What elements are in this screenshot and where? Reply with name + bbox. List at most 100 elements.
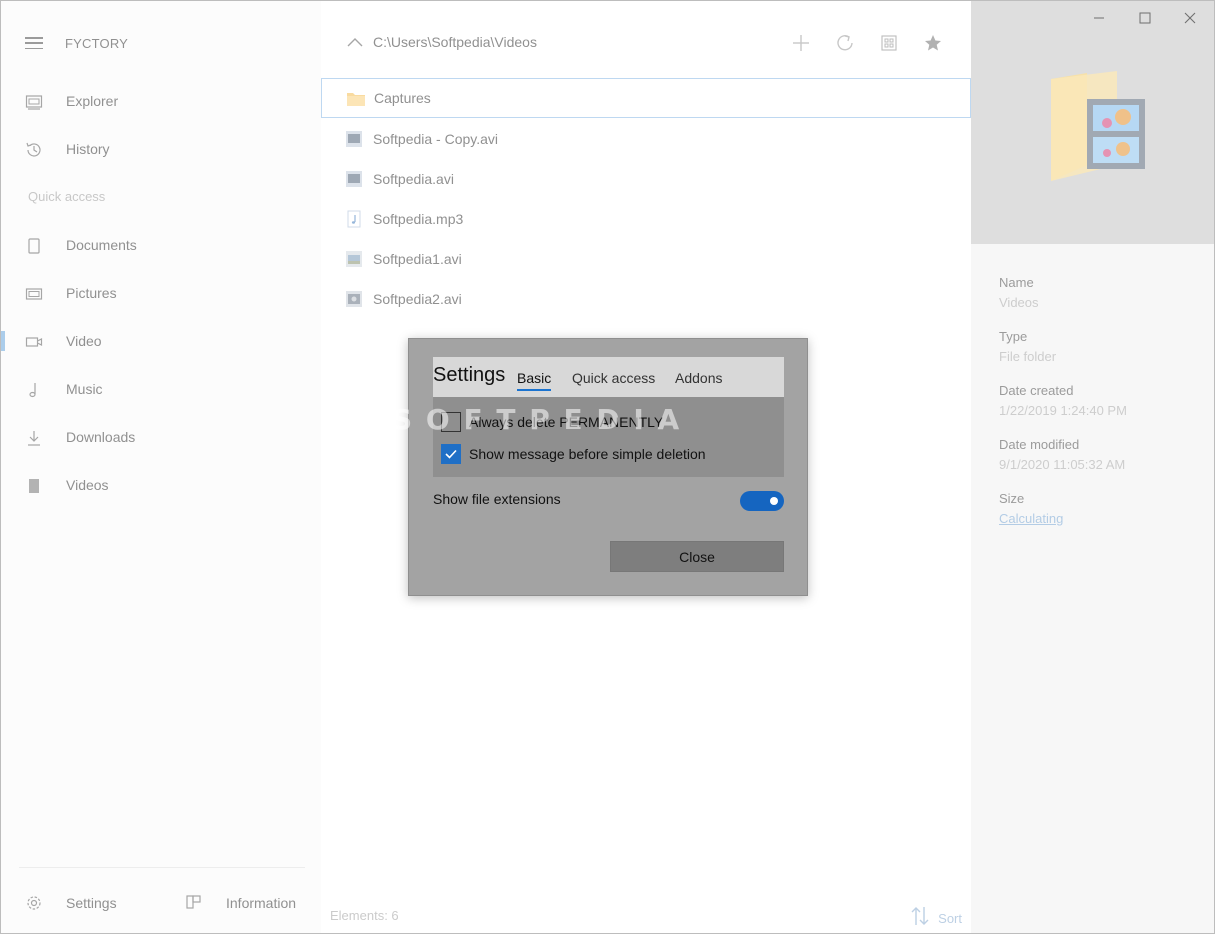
- music-icon: [25, 381, 43, 399]
- maximize-icon[interactable]: [1123, 5, 1167, 31]
- hamburger-menu-icon[interactable]: [25, 37, 43, 49]
- pictures-icon: [25, 285, 43, 303]
- detail-value: 1/22/2019 1:24:40 PM: [999, 403, 1127, 418]
- detail-value: Videos: [999, 295, 1039, 310]
- sidebar-item-downloads[interactable]: Downloads: [1, 417, 321, 457]
- show-file-extensions-toggle[interactable]: [740, 491, 784, 511]
- minimize-icon[interactable]: [1077, 5, 1121, 31]
- checkbox-label: Always delete PERMANENTLY: [469, 414, 664, 430]
- refresh-icon[interactable]: [833, 31, 857, 55]
- sidebar-item-label: Explorer: [66, 93, 119, 109]
- file-row[interactable]: Softpedia.mp3: [321, 199, 971, 239]
- sidebar-item-documents[interactable]: Documents: [1, 225, 321, 265]
- dialog-title: Settings: [433, 364, 506, 386]
- show-message-before-deletion-checkbox[interactable]: Show message before simple deletion: [441, 443, 706, 465]
- current-path: C:\Users\Softpedia\Videos: [373, 34, 537, 50]
- sidebar-header: FYCTORY: [1, 23, 321, 63]
- add-icon[interactable]: [789, 31, 813, 55]
- video-file-icon: [345, 250, 365, 268]
- toggle-knob: [770, 497, 778, 505]
- file-row-captures[interactable]: Captures: [321, 78, 971, 118]
- sidebar-item-label: Pictures: [66, 285, 117, 301]
- video-icon: [25, 333, 43, 351]
- folder-icon: [346, 90, 366, 108]
- toolbar: C:\Users\Softpedia\Videos: [321, 23, 971, 63]
- detail-date-modified: Date modified 9/1/2020 11:05:32 AM: [999, 437, 1125, 472]
- toggle-label: Show file extensions: [433, 491, 561, 507]
- file-name: Softpedia - Copy.avi: [373, 131, 499, 147]
- detail-size: Size Calculating: [999, 491, 1063, 526]
- gear-icon: [25, 894, 43, 912]
- settings-button[interactable]: Settings: [25, 885, 117, 921]
- sidebar-item-history[interactable]: History: [1, 129, 321, 169]
- information-button[interactable]: Information: [185, 885, 296, 921]
- detail-date-created: Date created 1/22/2019 1:24:40 PM: [999, 383, 1127, 418]
- sort-icon: [910, 905, 930, 932]
- settings-label: Settings: [66, 895, 117, 911]
- sidebar-item-music[interactable]: Music: [1, 369, 321, 409]
- detail-name: Name Videos: [999, 275, 1039, 310]
- tab-quick-access[interactable]: Quick access: [572, 370, 655, 386]
- download-icon: [25, 429, 43, 447]
- status-bar: Elements: 6 Sort: [321, 901, 971, 931]
- element-count: Elements: 6: [330, 908, 399, 923]
- sidebar-item-label: Videos: [66, 477, 109, 493]
- detail-label: Type: [999, 329, 1028, 344]
- detail-value: File folder: [999, 349, 1057, 364]
- checkbox-unchecked[interactable]: [441, 412, 461, 432]
- sidebar-divider: [19, 867, 305, 868]
- sidebar: FYCTORY Explorer History Quick access Do…: [1, 1, 321, 933]
- bookmark-icon: [25, 477, 43, 495]
- file-row[interactable]: Softpedia.avi: [321, 159, 971, 199]
- video-file-icon: [345, 170, 365, 188]
- checkbox-checked[interactable]: [441, 444, 461, 464]
- detail-label: Date created: [999, 383, 1074, 398]
- chevron-up-icon[interactable]: [345, 33, 365, 53]
- sidebar-item-label: History: [66, 141, 110, 157]
- close-window-icon[interactable]: [1168, 5, 1212, 31]
- detail-label: Date modified: [999, 437, 1080, 452]
- detail-label: Size: [999, 491, 1025, 506]
- file-name: Captures: [374, 90, 431, 106]
- sidebar-item-videos[interactable]: Videos: [1, 465, 321, 505]
- sidebar-item-explorer[interactable]: Explorer: [1, 81, 321, 121]
- file-row[interactable]: Softpedia - Copy.avi: [321, 119, 971, 159]
- sort-label: Sort: [938, 911, 962, 926]
- tab-basic[interactable]: Basic: [517, 370, 552, 391]
- information-label: Information: [226, 895, 297, 911]
- video-file-icon: [345, 290, 365, 308]
- size-calculating-link[interactable]: Calculating: [999, 511, 1063, 526]
- detail-type: Type File folder: [999, 329, 1056, 364]
- sidebar-item-label: Downloads: [66, 429, 136, 445]
- details-panel: Name Videos Type File folder Date create…: [971, 1, 1214, 933]
- tab-addons[interactable]: Addons: [675, 370, 722, 386]
- app-title: FYCTORY: [65, 35, 129, 51]
- file-name: Softpedia.avi: [373, 171, 454, 187]
- file-name: Softpedia1.avi: [373, 251, 462, 267]
- explorer-icon: [25, 93, 43, 111]
- always-delete-permanently-checkbox[interactable]: Always delete PERMANENTLY: [441, 411, 663, 433]
- dialog-options: Always delete PERMANENTLY Show message b…: [433, 397, 784, 477]
- video-folder-icon: [1047, 69, 1147, 190]
- settings-dialog: Settings Basic Quick access Addons Alway…: [408, 338, 808, 596]
- file-name: Softpedia.mp3: [373, 211, 464, 227]
- close-button[interactable]: Close: [610, 541, 784, 572]
- sidebar-item-label: Music: [66, 381, 103, 397]
- video-file-icon: [345, 130, 365, 148]
- detail-label: Name: [999, 275, 1034, 290]
- document-icon: [25, 237, 43, 255]
- sidebar-item-video[interactable]: Video: [1, 321, 321, 361]
- view-grid-icon[interactable]: [877, 31, 901, 55]
- detail-value: 9/1/2020 11:05:32 AM: [999, 457, 1126, 472]
- file-row[interactable]: Softpedia2.avi: [321, 279, 971, 319]
- checkbox-label: Show message before simple deletion: [469, 446, 706, 462]
- folder-preview: [971, 1, 1214, 244]
- dialog-header: Settings Basic Quick access Addons: [433, 357, 784, 397]
- favorite-star-icon[interactable]: [921, 31, 945, 55]
- history-icon: [25, 141, 43, 159]
- sidebar-item-pictures[interactable]: Pictures: [1, 273, 321, 313]
- sidebar-item-label: Documents: [66, 237, 137, 253]
- file-row[interactable]: Softpedia1.avi: [321, 239, 971, 279]
- audio-file-icon: [345, 210, 365, 228]
- sort-button[interactable]: Sort: [910, 905, 962, 932]
